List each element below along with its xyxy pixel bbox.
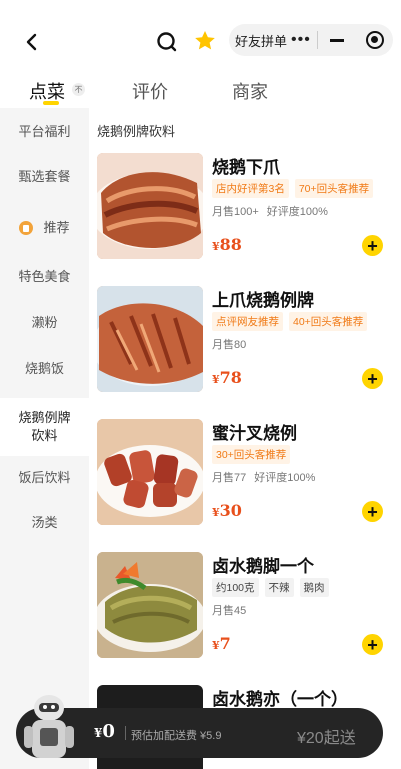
group-order-label[interactable]: 好友拼单: [235, 31, 289, 50]
dish-name: 卤水鹅亦（一个）: [212, 690, 348, 709]
dish-tags: 点评网友推荐 40+回头客推荐: [212, 312, 368, 331]
sidebar-item-label: 饭后饮料: [18, 470, 71, 485]
dish-image: [97, 286, 203, 392]
sidebar-item-label: 汤类: [31, 515, 58, 530]
dish-item[interactable]: 蜜汁叉烧例 30+回头客推荐 月售77 好评度100% ¥30 +: [97, 419, 397, 529]
currency-symbol: ¥: [212, 373, 220, 386]
sidebar-item-label: 推荐: [43, 220, 70, 235]
price-value: 88: [219, 235, 242, 254]
dish-tag: 鹅肉: [299, 578, 329, 597]
dish-list: 烧鹅例牌砍料 烧鹅下爪 店内好评第3名 70+回头客推荐 月售100+ 好评度10…: [89, 108, 401, 769]
rating: 好评度100%: [254, 472, 316, 484]
search-icon[interactable]: [154, 29, 180, 55]
tab-reviews[interactable]: 评价: [132, 78, 168, 104]
dish-item[interactable]: 卤水鹅脚一个 约100克 不辣 鹅肉 月售45 ¥7 +: [97, 552, 397, 662]
price-value: 7: [219, 634, 231, 653]
dish-tag: 不辣: [264, 578, 294, 597]
dish-name: 蜜汁叉烧例: [212, 424, 297, 443]
dish-tag: 30+回头客推荐: [212, 445, 291, 464]
dish-price: ¥30: [212, 501, 242, 520]
category-sidebar: 平台福利 甄选套餐 推荐 特色美食 濑粉 烧鹅饭 烧鹅例牌 砍料 饭后饮料 汤类: [0, 108, 89, 769]
dish-price: ¥78: [212, 368, 242, 387]
dish-image: [97, 419, 203, 525]
sidebar-item-selected-sets[interactable]: 甄选套餐: [0, 154, 89, 200]
dish-image: [97, 552, 203, 658]
dish-tags: 约100克 不辣 鹅肉: [212, 578, 329, 597]
dish-tag: 约100克: [212, 578, 259, 597]
more-icon[interactable]: •••: [291, 31, 313, 49]
sidebar-item-roast-goose-portions[interactable]: 烧鹅例牌 砍料: [0, 398, 89, 456]
sidebar-item-roast-goose-rice[interactable]: 烧鹅饭: [0, 346, 89, 392]
currency-symbol: ¥: [212, 240, 220, 253]
sidebar-item-specialties[interactable]: 特色美食: [0, 254, 89, 300]
cart-total-value: 0: [102, 721, 115, 742]
close-target-icon[interactable]: [366, 31, 384, 49]
tab-order-badge: 不: [72, 83, 85, 96]
sidebar-item-label: 烧鹅饭: [24, 361, 64, 376]
tab-bar: 点菜 不 评价 商家: [0, 70, 401, 108]
add-to-cart-button[interactable]: +: [362, 368, 383, 389]
dish-item[interactable]: 上爪烧鹅例牌 点评网友推荐 40+回头客推荐 月售80 ¥78 +: [97, 286, 397, 396]
dish-tag: 店内好评第3名: [212, 179, 289, 198]
dish-tags: 店内好评第3名 70+回头客推荐: [212, 179, 374, 198]
dish-item[interactable]: 烧鹅下爪 店内好评第3名 70+回头客推荐 月售100+ 好评度100% ¥88 …: [97, 153, 397, 263]
sidebar-item-soups[interactable]: 汤类: [0, 500, 89, 546]
currency-symbol: ¥: [212, 639, 220, 652]
cart-divider: [125, 726, 126, 740]
add-to-cart-button[interactable]: +: [362, 501, 383, 522]
recommend-icon: [19, 221, 34, 235]
sidebar-item-platform-benefits[interactable]: 平台福利: [0, 110, 89, 154]
dish-tag: 点评网友推荐: [212, 312, 283, 331]
rating: 好评度100%: [266, 206, 328, 218]
min-order-button[interactable]: ¥20起送: [297, 724, 356, 748]
mini-program-capsule: 好友拼单 •••: [229, 24, 393, 56]
add-to-cart-button[interactable]: +: [362, 634, 383, 655]
monthly-sales: 月售45: [212, 605, 247, 617]
dish-sales: 月售100+ 好评度100%: [212, 203, 328, 219]
cart-total: ¥0: [94, 721, 115, 742]
sidebar-item-drinks[interactable]: 饭后饮料: [0, 456, 89, 500]
price-value: 30: [219, 501, 242, 520]
dish-price: ¥7: [212, 634, 231, 653]
cart-robot-icon[interactable]: [18, 692, 80, 764]
dish-name: 烧鹅下爪: [212, 158, 280, 177]
dish-sales: 月售80: [212, 336, 246, 352]
dish-name: 上爪烧鹅例牌: [212, 291, 314, 310]
sidebar-item-label: 烧鹅例牌 砍料: [18, 410, 71, 443]
delivery-fee: 预估加配送费 ¥5.9: [131, 730, 222, 742]
sidebar-item-label: 甄选套餐: [18, 169, 71, 184]
dish-tags: 30+回头客推荐: [212, 445, 291, 464]
dish-sales: 月售45: [212, 602, 246, 618]
dish-tag: 70+回头客推荐: [294, 179, 374, 198]
currency-symbol: ¥: [212, 506, 220, 519]
dish-name: 卤水鹅脚一个: [212, 557, 314, 576]
price-value: 78: [219, 368, 242, 387]
favorite-star-icon[interactable]: [193, 29, 217, 53]
dish-tag: 40+回头客推荐: [289, 312, 368, 331]
dish-sales: 月售77 好评度100%: [212, 469, 315, 485]
sidebar-item-label: 特色美食: [18, 269, 71, 284]
sidebar-item-recommend[interactable]: 推荐: [0, 206, 89, 250]
active-tab-indicator: [43, 101, 59, 105]
tab-merchant[interactable]: 商家: [232, 78, 268, 104]
dish-image: [97, 153, 203, 259]
dish-price: ¥88: [212, 235, 242, 254]
top-bar: 好友拼单 •••: [0, 0, 401, 80]
monthly-sales: 月售80: [212, 339, 247, 351]
sidebar-item-label: 濑粉: [31, 315, 58, 330]
monthly-sales: 月售100+: [212, 206, 259, 218]
sidebar-item-lai-fen[interactable]: 濑粉: [0, 300, 89, 346]
add-to-cart-button[interactable]: +: [362, 235, 383, 256]
capsule-divider: [317, 31, 318, 49]
minimize-icon[interactable]: [330, 38, 344, 42]
sidebar-item-label: 平台福利: [18, 124, 71, 139]
monthly-sales: 月售77: [212, 472, 247, 484]
back-icon[interactable]: [18, 28, 46, 56]
category-title: 烧鹅例牌砍料: [97, 124, 176, 139]
